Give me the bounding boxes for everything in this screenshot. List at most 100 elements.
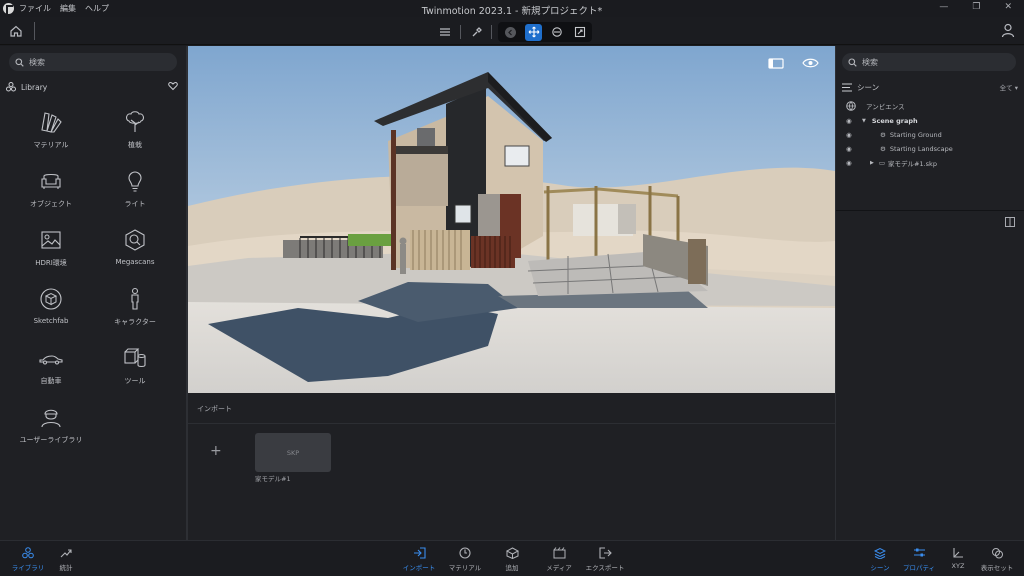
tree-row-scene-graph[interactable]: ◉ ▼ Scene graph <box>846 115 918 127</box>
bottom-tab-label: XYZ <box>951 562 965 570</box>
home-icon[interactable] <box>9 24 23 38</box>
library-search-input[interactable]: 検索 <box>9 53 177 71</box>
visibility-eye-icon[interactable]: ◉ <box>846 117 856 125</box>
object-icon: ⚙ <box>880 145 886 153</box>
bottom-tab-label: プロパティ <box>902 564 936 572</box>
search-icon <box>15 57 24 67</box>
visibility-eye-icon[interactable]: ◉ <box>846 159 856 167</box>
axis-icon <box>953 548 963 558</box>
tree-row-starting-landscape[interactable]: ◉ ⚙ Starting Landscape <box>846 143 953 155</box>
move-tool-icon[interactable] <box>525 23 542 41</box>
display-set-icon <box>991 548 1003 559</box>
bottom-tab-import[interactable]: インポート <box>397 547 441 572</box>
bottom-tab-label: 追加 <box>505 564 519 572</box>
library-header: Library <box>6 81 180 93</box>
bottom-tab-statistics[interactable]: 統計 <box>44 547 88 572</box>
bottom-tab-label: マテリアル <box>448 564 482 572</box>
library-item-material[interactable]: マテリアル <box>11 110 91 150</box>
window-controls: — ❐ ✕ <box>939 2 1012 12</box>
library-item-hdri[interactable]: HDRI環境 <box>11 228 91 268</box>
close-icon[interactable]: ✕ <box>1004 2 1012 12</box>
media-icon <box>553 547 565 559</box>
import-icon <box>413 547 426 559</box>
rotate-tool-icon[interactable] <box>548 24 565 41</box>
tree-label: Starting Landscape <box>889 145 953 153</box>
sketchfab-icon <box>40 288 62 310</box>
transform-toolbar <box>436 22 592 42</box>
bottom-tab-label: メディア <box>546 564 572 572</box>
tree-label: 家モデル#1.skp <box>888 160 937 168</box>
favorite-heart-icon[interactable] <box>168 81 178 91</box>
material-icon <box>41 112 62 133</box>
stats-icon <box>60 549 72 558</box>
library-panel: 検索 Library マテリアル 植栽 オブジェクト ライト HDRI環境 Me… <box>0 46 186 540</box>
bottom-tab-export[interactable]: エクスポート <box>583 547 627 572</box>
bulb-icon <box>128 171 142 192</box>
bottom-tab-add[interactable]: 追加 <box>490 547 534 572</box>
back-icon[interactable] <box>502 24 519 41</box>
toolbar-separator <box>460 25 461 39</box>
layers-icon[interactable] <box>436 23 454 41</box>
tree-row-starting-ground[interactable]: ◉ ⚙ Starting Ground <box>846 129 942 141</box>
search-placeholder: 検索 <box>862 57 878 67</box>
tree-row-house-model[interactable]: ◉ ▶ ▭ 家モデル#1.skp <box>846 157 937 169</box>
scene-render[interactable] <box>188 46 835 393</box>
folder-icon: ▭ <box>878 159 886 167</box>
expand-arrow-icon[interactable]: ▶ <box>870 160 874 166</box>
library-item-tools[interactable]: ツール <box>95 346 175 386</box>
sliders-icon <box>913 548 925 557</box>
list-icon <box>842 83 852 92</box>
split-panel-icon[interactable] <box>1005 217 1015 227</box>
window-title: Twinmotion 2023.1 - 新規プロジェクト* <box>421 6 603 17</box>
visibility-eye-icon[interactable]: ◉ <box>846 131 856 139</box>
bottom-tab-label: 統計 <box>59 564 73 572</box>
library-item-vehicles[interactable]: 自動車 <box>11 346 91 386</box>
library-item-objects[interactable]: オブジェクト <box>11 169 91 209</box>
library-item-label: ライト <box>124 200 146 208</box>
scene-panel: 検索 シーン 全て ▾ アンビエンス ◉ ▼ Scene graph ◉ ⚙ S… <box>835 46 1024 540</box>
library-item-lights[interactable]: ライト <box>95 169 175 209</box>
bottom-tab-scene[interactable]: シーン <box>858 547 902 572</box>
user-library-icon <box>41 409 61 428</box>
library-item-label: Sketchfab <box>33 317 69 325</box>
chevron-down-icon: ▾ <box>1014 84 1018 92</box>
cubes-icon <box>124 348 146 368</box>
import-thumbnail[interactable]: SKP <box>255 433 331 472</box>
collapse-arrow-icon[interactable]: ▼ <box>862 118 866 124</box>
library-item-characters[interactable]: キャラクター <box>95 287 175 327</box>
library-item-user-library[interactable]: ユーザーライブラリ <box>11 405 91 445</box>
toolbar-divider <box>34 22 35 40</box>
bottom-tab-display-sets[interactable]: 表示セット <box>975 547 1019 572</box>
add-import-icon[interactable]: + <box>210 443 222 459</box>
minimize-icon[interactable]: — <box>939 2 948 12</box>
bottom-tab-media[interactable]: メディア <box>537 547 581 572</box>
pipette-icon[interactable] <box>467 23 485 41</box>
tree-label: Starting Ground <box>889 131 942 139</box>
scene-search-input[interactable]: 検索 <box>842 53 1016 71</box>
library-title: Library <box>21 82 48 92</box>
image-icon <box>41 231 61 249</box>
toolbar-separator <box>491 25 492 39</box>
scale-tool-icon[interactable] <box>571 24 588 41</box>
export-icon <box>598 547 612 559</box>
search-icon <box>848 57 857 67</box>
bottom-tab-label: シーン <box>870 564 890 572</box>
bottom-tab-label: インポート <box>402 564 436 572</box>
tree-row-ambience[interactable]: アンビエンス <box>846 100 905 112</box>
bottom-tab-material[interactable]: マテリアル <box>443 547 487 572</box>
panel-divider <box>836 210 1024 211</box>
user-icon[interactable] <box>1001 23 1015 38</box>
visibility-eye-icon[interactable]: ◉ <box>846 145 856 153</box>
import-header: インポート <box>188 393 835 424</box>
add-objects-icon <box>505 547 519 559</box>
megascans-icon <box>125 229 145 251</box>
bottom-tab-xyz[interactable]: XYZ <box>936 547 980 570</box>
library-item-vegetation[interactable]: 植栽 <box>95 110 175 150</box>
restore-icon[interactable]: ❐ <box>972 2 980 12</box>
library-item-megascans[interactable]: Megascans <box>95 228 175 266</box>
3d-viewport[interactable] <box>188 46 835 393</box>
library-item-sketchfab[interactable]: Sketchfab <box>11 287 91 325</box>
bottom-tab-label: ライブラリ <box>11 564 45 572</box>
scene-filter-dropdown[interactable]: 全て ▾ <box>1000 82 1018 92</box>
bottom-tab-properties[interactable]: プロパティ <box>897 547 941 572</box>
